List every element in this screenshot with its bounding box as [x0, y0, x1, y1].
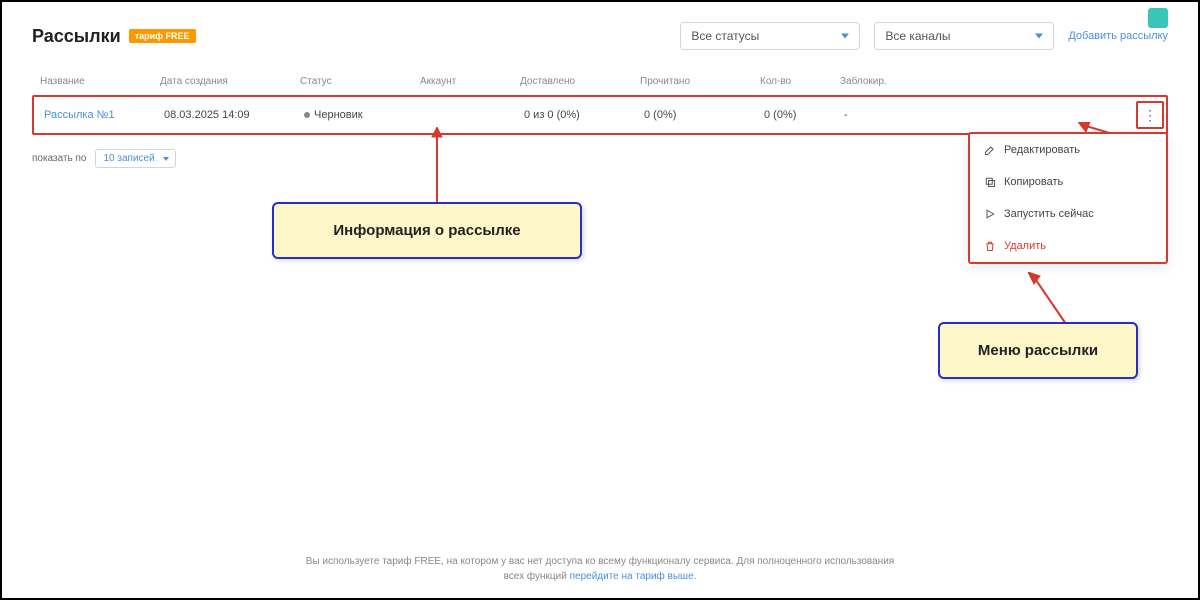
- menu-edit-label: Редактировать: [1004, 144, 1080, 156]
- row-actions-button[interactable]: ⋮: [1136, 101, 1164, 129]
- trash-icon: [984, 240, 996, 252]
- menu-edit[interactable]: Редактировать: [970, 134, 1166, 166]
- edit-icon: [984, 144, 996, 156]
- col-read: Прочитано: [632, 76, 752, 87]
- tariff-badge: тариф FREE: [129, 29, 196, 43]
- kebab-icon: ⋮: [1143, 108, 1157, 122]
- footer-text-2: всех функций: [504, 571, 570, 582]
- cell-blocked: -: [836, 109, 936, 121]
- menu-delete-label: Удалить: [1004, 240, 1046, 252]
- menu-copy[interactable]: Копировать: [970, 166, 1166, 198]
- menu-delete[interactable]: Удалить: [970, 230, 1166, 262]
- status-dot-icon: [304, 112, 310, 118]
- cell-status-text: Черновик: [314, 109, 363, 121]
- menu-run[interactable]: Запустить сейчас: [970, 198, 1166, 230]
- page-title: Рассылки: [32, 26, 121, 47]
- copy-icon: [984, 176, 996, 188]
- col-name: Название: [32, 76, 152, 87]
- cell-name[interactable]: Рассылка №1: [36, 109, 156, 121]
- cell-count: 0 (0%): [756, 109, 836, 121]
- cell-status: Черновик: [296, 109, 416, 121]
- add-campaign-link[interactable]: Добавить рассылку: [1068, 30, 1168, 42]
- integration-icon[interactable]: [1148, 8, 1168, 28]
- annotation-info-callout: Информация о рассылке: [272, 202, 582, 259]
- footer-upgrade-link[interactable]: перейдите на тариф выше: [570, 571, 694, 582]
- col-blocked: Заблокир.: [832, 76, 932, 87]
- pager-label: показать по: [32, 153, 87, 164]
- menu-copy-label: Копировать: [1004, 176, 1063, 188]
- menu-run-label: Запустить сейчас: [1004, 208, 1094, 220]
- footer-text-1: Вы используете тариф FREE, на котором у …: [306, 556, 894, 567]
- col-delivered: Доставлено: [512, 76, 632, 87]
- page-header: Рассылки тариф FREE Все статусы Все кана…: [32, 22, 1168, 50]
- page-size-select[interactable]: 10 записей: [95, 149, 176, 168]
- row-context-menu: Редактировать Копировать Запустить сейча…: [968, 132, 1168, 264]
- play-icon: [984, 208, 996, 220]
- table-header: Название Дата создания Статус Аккаунт До…: [32, 68, 1168, 95]
- status-filter-select[interactable]: Все статусы: [680, 22, 860, 50]
- cell-read: 0 (0%): [636, 109, 756, 121]
- col-date: Дата создания: [152, 76, 292, 87]
- cell-account: [416, 109, 516, 121]
- campaign-row-highlight: Рассылка №1 08.03.2025 14:09 Черновик 0 …: [32, 95, 1168, 135]
- channel-filter-select[interactable]: Все каналы: [874, 22, 1054, 50]
- cell-delivered: 0 из 0 (0%): [516, 109, 636, 121]
- col-status: Статус: [292, 76, 412, 87]
- annotation-menu-callout: Меню рассылки: [938, 322, 1138, 379]
- footer-notice: Вы используете тариф FREE, на котором у …: [2, 554, 1198, 584]
- table-row[interactable]: Рассылка №1 08.03.2025 14:09 Черновик 0 …: [36, 99, 1132, 131]
- annotation-arrow-info: [427, 127, 447, 207]
- cell-date: 08.03.2025 14:09: [156, 109, 296, 121]
- col-count: Кол-во: [752, 76, 832, 87]
- col-account: Аккаунт: [412, 76, 512, 87]
